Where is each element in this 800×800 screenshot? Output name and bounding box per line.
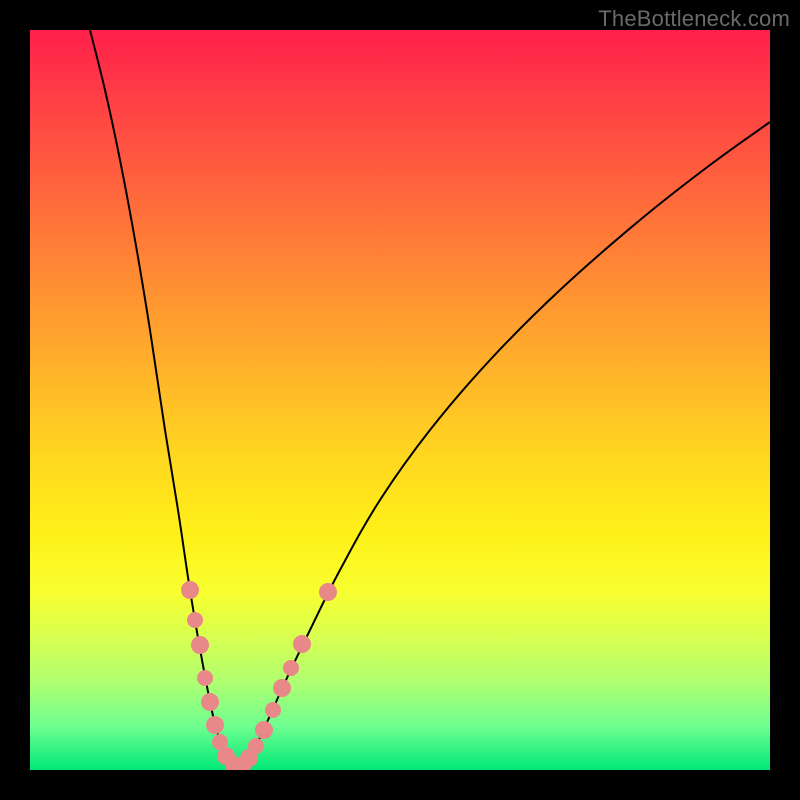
bottleneck-curve-left xyxy=(90,30,234,767)
data-marker xyxy=(273,679,291,697)
data-marker xyxy=(197,670,213,686)
data-marker xyxy=(201,693,219,711)
plot-area xyxy=(30,30,770,770)
chart-frame: TheBottleneck.com xyxy=(0,0,800,800)
data-marker xyxy=(181,581,199,599)
bottleneck-curve-right xyxy=(244,122,770,767)
data-marker xyxy=(255,721,273,739)
data-markers xyxy=(181,581,337,770)
data-marker xyxy=(293,635,311,653)
data-marker xyxy=(283,660,299,676)
chart-svg xyxy=(30,30,770,770)
watermark-text: TheBottleneck.com xyxy=(598,6,790,32)
data-marker xyxy=(265,702,281,718)
data-marker xyxy=(191,636,209,654)
data-marker xyxy=(319,583,337,601)
data-marker xyxy=(187,612,203,628)
data-marker xyxy=(248,738,264,754)
data-marker xyxy=(206,716,224,734)
